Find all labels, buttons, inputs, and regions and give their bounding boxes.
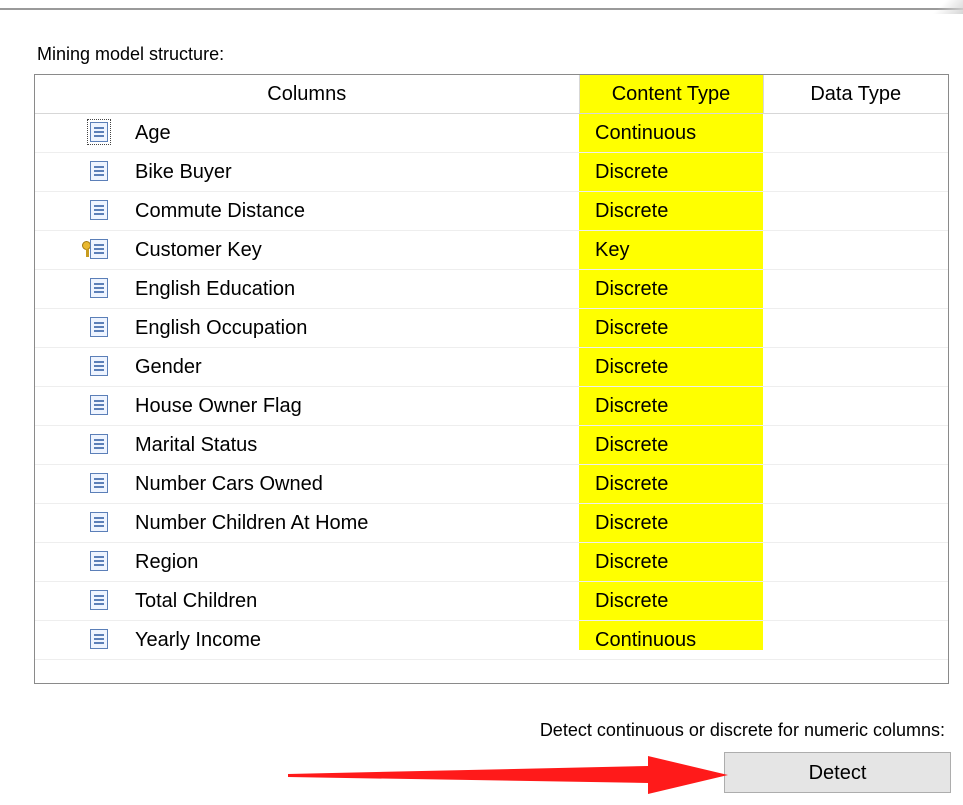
section-label: Mining model structure:	[37, 44, 225, 64]
table-row[interactable]: Number Cars Owned DiscreteLong	[35, 464, 948, 504]
table-row[interactable]: Age ContinuousLong	[35, 113, 948, 153]
table-row[interactable]: Commute Distance DiscreteText	[35, 191, 948, 231]
column-icon	[90, 512, 108, 532]
column-icon	[90, 629, 108, 649]
content-type-cell[interactable]: Discrete	[579, 347, 763, 387]
table-row[interactable]: Customer Key KeyLong	[35, 230, 948, 270]
table-row[interactable]: Marital Status DiscreteText	[35, 425, 948, 465]
column-name: Commute Distance	[135, 199, 306, 222]
table-row[interactable]: Bike Buyer DiscreteLong	[35, 152, 948, 192]
annotation-arrow	[288, 756, 728, 794]
column-name-cell[interactable]: Gender	[35, 347, 579, 387]
table-row[interactable]: Yearly Income ContinuousDouble	[35, 620, 948, 660]
content-type-cell[interactable]: Continuous	[579, 620, 763, 660]
column-name-cell[interactable]: English Occupation	[35, 308, 579, 348]
content-type-cell[interactable]: Discrete	[579, 308, 763, 348]
content-type-cell[interactable]: Discrete	[579, 464, 763, 504]
dialog-top-border	[0, 0, 963, 10]
content-type-cell[interactable]: Discrete	[579, 269, 763, 309]
column-name: Age	[135, 121, 171, 144]
column-name: Bike Buyer	[135, 160, 232, 183]
data-type-cell: Text	[763, 347, 948, 387]
data-type-cell: Text	[763, 308, 948, 348]
column-icon	[90, 356, 108, 376]
table-row[interactable]: English Education DiscreteText	[35, 269, 948, 309]
column-name-cell[interactable]: Commute Distance	[35, 191, 579, 231]
header-content-type[interactable]: Content Type	[579, 75, 764, 114]
column-name-cell[interactable]: Number Cars Owned	[35, 464, 579, 504]
table-row[interactable]: Gender DiscreteText	[35, 347, 948, 387]
column-name: Gender	[135, 355, 202, 378]
columns-table: Columns Content Type Data Type Age Contin…	[35, 75, 948, 660]
column-name: Number Cars Owned	[135, 472, 323, 495]
column-name-cell[interactable]: Yearly Income	[35, 620, 579, 660]
table-header-row: Columns Content Type Data Type	[35, 75, 948, 114]
column-name: Total Children	[135, 589, 258, 612]
data-type-cell: Text	[763, 425, 948, 465]
column-icon	[87, 119, 111, 145]
column-icon	[90, 200, 108, 220]
column-name: Region	[135, 550, 199, 573]
detect-description: Detect continuous or discrete for numeri…	[539, 720, 945, 740]
column-icon	[90, 473, 108, 493]
data-type-cell: Long	[763, 152, 948, 192]
table-row[interactable]: Region DiscreteText	[35, 542, 948, 582]
column-name-cell[interactable]: Total Children	[35, 581, 579, 621]
column-name-cell[interactable]: Customer Key	[35, 230, 579, 270]
column-name-cell[interactable]: Bike Buyer	[35, 152, 579, 192]
column-name-cell[interactable]: House Owner Flag	[35, 386, 579, 426]
column-name: Yearly Income	[135, 628, 261, 651]
data-type-cell: Long	[763, 464, 948, 504]
data-type-cell: Text	[763, 542, 948, 582]
data-type-cell: Double	[763, 620, 948, 660]
column-name-cell[interactable]: English Education	[35, 269, 579, 309]
data-type-cell: Text	[763, 269, 948, 309]
content-type-cell[interactable]: Continuous	[579, 113, 763, 153]
corner-shadow	[933, 0, 963, 14]
mining-structure-grid[interactable]: Columns Content Type Data Type Age Contin…	[34, 74, 949, 684]
column-name-cell[interactable]: Age	[35, 113, 579, 153]
content-type-cell[interactable]: Key	[579, 230, 763, 270]
column-name: English Education	[135, 277, 296, 300]
header-columns[interactable]: Columns	[35, 75, 580, 114]
table-row[interactable]: Total Children DiscreteLong	[35, 581, 948, 621]
column-name-cell[interactable]: Marital Status	[35, 425, 579, 465]
column-icon	[90, 551, 108, 571]
column-icon	[90, 590, 108, 610]
column-name: House Owner Flag	[135, 394, 302, 417]
table-row[interactable]: English Occupation DiscreteText	[35, 308, 948, 348]
data-type-cell: Text	[763, 191, 948, 231]
header-data-type[interactable]: Data Type	[763, 75, 948, 114]
data-type-cell: Long	[763, 230, 948, 270]
column-name-cell[interactable]: Number Children At Home	[35, 503, 579, 543]
column-icon	[90, 278, 108, 298]
data-type-cell: Long	[763, 113, 948, 153]
content-type-cell[interactable]: Discrete	[579, 386, 763, 426]
column-name: English Occupation	[135, 316, 308, 339]
content-type-cell[interactable]: Discrete	[579, 581, 763, 621]
column-icon	[90, 395, 108, 415]
column-name: Number Children At Home	[135, 511, 369, 534]
content-type-cell[interactable]: Discrete	[579, 425, 763, 465]
detect-button[interactable]: Detect	[724, 752, 951, 793]
column-icon	[90, 317, 108, 337]
column-name: Marital Status	[135, 433, 258, 456]
table-row[interactable]: Number Children At Home DiscreteLong	[35, 503, 948, 543]
column-name: Customer Key	[135, 238, 262, 261]
table-row[interactable]: House Owner Flag DiscreteText	[35, 386, 948, 426]
content-type-cell[interactable]: Discrete	[579, 152, 763, 192]
column-icon	[90, 239, 108, 259]
data-type-cell: Long	[763, 503, 948, 543]
data-type-cell: Text	[763, 386, 948, 426]
column-icon	[90, 161, 108, 181]
content-type-cell[interactable]: Discrete	[579, 503, 763, 543]
content-type-cell[interactable]: Discrete	[579, 191, 763, 231]
data-type-cell: Long	[763, 581, 948, 621]
content-type-cell[interactable]: Discrete	[579, 542, 763, 582]
column-icon	[90, 434, 108, 454]
column-name-cell[interactable]: Region	[35, 542, 579, 582]
